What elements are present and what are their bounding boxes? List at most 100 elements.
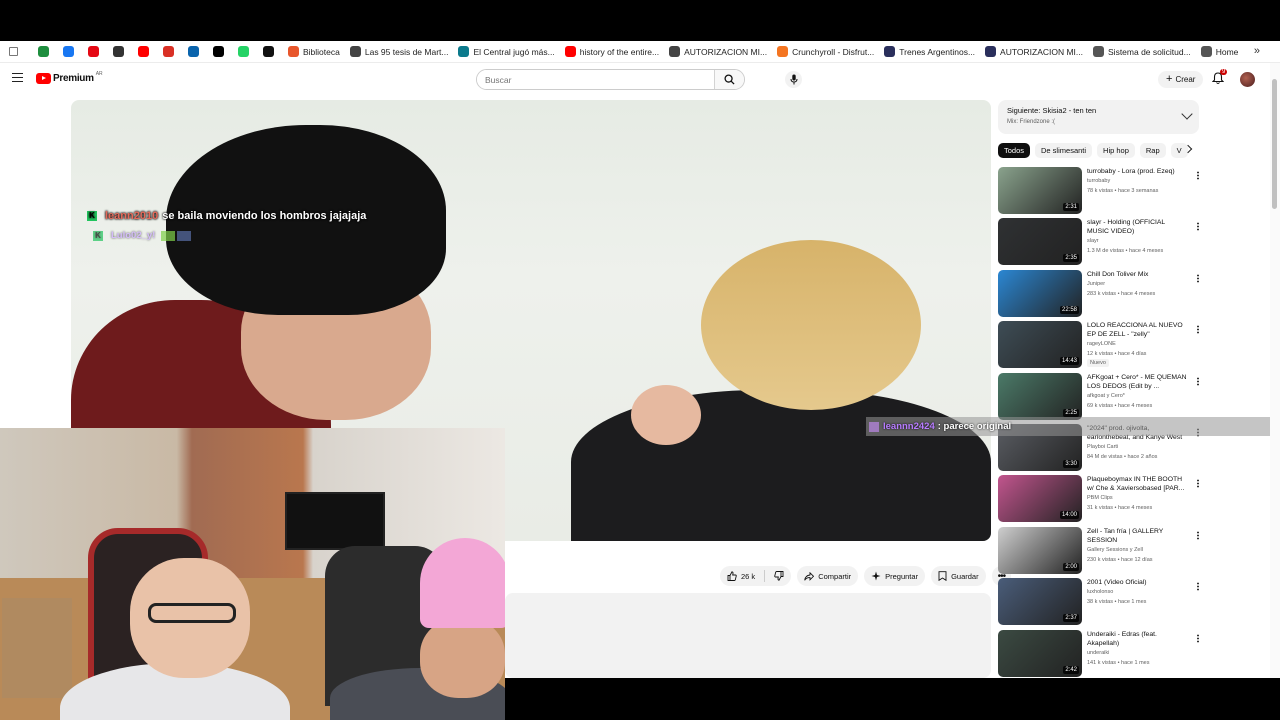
bookmark-item[interactable]: Home — [1200, 46, 1238, 57]
globe-icon — [669, 46, 681, 57]
save-button[interactable]: Guardar — [931, 566, 986, 586]
voice-search-button[interactable] — [785, 71, 802, 88]
video-thumbnail[interactable]: 2:31 — [998, 167, 1082, 214]
recommendation-meta: 31 k vistas • hace 4 meses — [1087, 505, 1153, 512]
recommendation-title[interactable]: slayr - Holding (OFFICIAL MUSIC VIDEO) — [1087, 218, 1187, 236]
youtube-logo[interactable]: Premium AR — [36, 71, 103, 84]
thumbs-down-icon[interactable] — [774, 571, 784, 581]
bookmark-item[interactable]: history of the entire... — [564, 46, 659, 57]
ask-button[interactable]: Preguntar — [864, 566, 926, 586]
recommendation-channel[interactable]: turrobaby — [1087, 176, 1187, 186]
recommendation-title[interactable]: LOLO REACCIONA AL NUEVO EP DE ZELL - "ze… — [1087, 321, 1187, 339]
recommendation-item[interactable]: 2:35 slayr - Holding (OFFICIAL MUSIC VIDE… — [998, 218, 1203, 269]
like-button[interactable]: 26 k — [720, 566, 792, 586]
search-button[interactable] — [714, 70, 744, 89]
menu-icon[interactable] — [12, 73, 23, 82]
more-vertical-icon[interactable] — [1197, 171, 1199, 180]
filter-chip[interactable]: Hip hop — [1097, 143, 1135, 158]
bookmark-item[interactable] — [263, 46, 278, 57]
recommendation-title[interactable]: Plaqueboymax IN THE BOOTH w/ Che & Xavie… — [1087, 475, 1187, 493]
account-avatar[interactable] — [1240, 72, 1255, 87]
video-thumbnail[interactable]: 22:58 — [998, 269, 1082, 317]
page-scrollbar[interactable] — [1270, 63, 1280, 678]
bookmark-item[interactable] — [188, 46, 203, 57]
video-thumbnail[interactable]: 2:25 — [998, 372, 1082, 420]
bookmark-item[interactable]: Biblioteca — [288, 46, 340, 57]
filter-chip[interactable]: Todos — [998, 143, 1031, 158]
drive-icon — [38, 46, 49, 57]
recommendation-item[interactable]: 22:58 Chill Don Toliver Mix Juniper 283 k v… — [998, 269, 1203, 321]
more-vertical-icon[interactable] — [1197, 530, 1199, 540]
bookmark-item[interactable]: AUTORIZACION MI... — [669, 46, 767, 57]
more-vertical-icon[interactable] — [1197, 479, 1199, 489]
video-thumbnail[interactable]: 14:43 — [998, 321, 1082, 369]
bookmark-item[interactable] — [113, 46, 128, 57]
bookmark-item[interactable]: Las 95 tesis de Mart... — [349, 46, 448, 57]
video-thumbnail[interactable]: 14:00 — [998, 475, 1082, 523]
more-vertical-icon[interactable] — [1197, 273, 1199, 283]
apps-grid-icon[interactable] — [9, 47, 18, 56]
description-box[interactable] — [505, 593, 991, 678]
kick-icon: K — [93, 230, 103, 241]
video-thumbnail[interactable]: 2:37 — [998, 578, 1082, 626]
more-vertical-icon[interactable] — [1197, 633, 1199, 643]
filter-chip[interactable]: Rap — [1139, 143, 1166, 158]
recommendation-title[interactable]: turrobaby - Lora (prod. Ezeq) — [1087, 167, 1187, 176]
recommendation-channel[interactable]: luxholonso — [1087, 587, 1187, 597]
recommendation-channel[interactable]: afkgoat y Cero* — [1087, 391, 1187, 401]
recommendation-info: Zell - Tan fría | GALLERY SESSION Gallery… — [1087, 527, 1187, 578]
bookmark-item[interactable] — [138, 46, 153, 57]
bookmarks-overflow-icon[interactable]: » — [1254, 45, 1260, 57]
bookmark-item[interactable]: Trenes Argentinos... — [884, 46, 975, 57]
recommendation-title[interactable]: Underaiki - Edras (feat. Akapellah) — [1087, 630, 1187, 648]
video-thumbnail[interactable]: 2:35 — [998, 218, 1082, 266]
recommendation-item[interactable]: 14:43 LOLO REACCIONA AL NUEVO EP DE ZELL … — [998, 321, 1203, 372]
recommendation-channel[interactable]: rageyLONE — [1087, 339, 1187, 349]
bookmark-item[interactable] — [88, 46, 103, 57]
create-button[interactable]: + Crear — [1158, 71, 1204, 88]
bookmark-item[interactable] — [163, 46, 178, 57]
video-actions: 26 k Compartir Preguntar Guardar ••• — [720, 566, 1012, 586]
bookmark-item[interactable]: AUTORIZACION MI... — [985, 46, 1083, 57]
recommendation-channel[interactable]: Playboi Carti — [1087, 442, 1187, 452]
thumbs-up-icon — [727, 571, 737, 581]
notifications-button[interactable]: 9 — [1211, 69, 1228, 86]
recommendation-channel[interactable]: Gallery Sessions y Zell — [1087, 545, 1187, 555]
video-thumbnail[interactable]: 2:42 — [998, 629, 1082, 677]
recommendation-channel[interactable]: PBM Clips — [1087, 493, 1187, 503]
recommendation-title[interactable]: 2001 (Video Oficial) — [1087, 578, 1187, 587]
webcam-figure — [420, 538, 505, 628]
recommendation-title[interactable]: Chill Don Toliver Mix — [1087, 270, 1187, 279]
recommendation-meta: 78 k vistas • hace 3 semanas — [1087, 188, 1159, 194]
recommendation-channel[interactable]: Juniper — [1087, 279, 1187, 289]
recommendation-title[interactable]: AFKgoat + Cero* - ME QUEMAN LOS DEDOS (E… — [1087, 373, 1187, 391]
more-vertical-icon[interactable] — [1197, 325, 1199, 335]
share-icon — [804, 571, 815, 581]
more-vertical-icon[interactable] — [1197, 376, 1199, 386]
recommendation-title[interactable]: Zell - Tan fría | GALLERY SESSION — [1087, 527, 1187, 545]
recommendation-channel[interactable]: slayr — [1087, 236, 1187, 246]
scrollbar-thumb[interactable] — [1272, 79, 1277, 209]
recommendation-item[interactable]: 2:42 Underaiki - Edras (feat. Akapellah) u… — [998, 629, 1203, 681]
recommendation-info: slayr - Holding (OFFICIAL MUSIC VIDEO) sl… — [1087, 218, 1187, 269]
search-input[interactable] — [477, 70, 714, 89]
bookmark-item[interactable] — [238, 46, 253, 57]
bookmark-item[interactable] — [38, 46, 53, 57]
recommendation-item[interactable]: 2:00 Zell - Tan fría | GALLERY SESSION Gal… — [998, 526, 1203, 578]
filter-chip[interactable]: De slimesanti — [1035, 143, 1093, 158]
video-thumbnail[interactable]: 2:00 — [998, 526, 1082, 574]
more-vertical-icon[interactable] — [1197, 582, 1199, 592]
bookmark-item[interactable]: Sistema de solicitud... — [1093, 46, 1191, 57]
bookmark-item[interactable] — [213, 46, 228, 57]
recommendation-item[interactable]: 2:37 2001 (Video Oficial) luxholonso 38 k v… — [998, 578, 1203, 629]
recommendation-channel[interactable]: underaiki — [1087, 648, 1187, 658]
divider — [764, 570, 766, 582]
bookmark-item[interactable]: El Central jugó más... — [458, 46, 555, 57]
recommendation-item[interactable]: 14:00 Plaqueboymax IN THE BOOTH w/ Che & … — [998, 475, 1203, 526]
bookmark-item[interactable] — [63, 46, 78, 57]
bookmark-item[interactable]: Crunchyroll - Disfrut... — [777, 46, 874, 57]
up-next-panel[interactable]: Siguiente: Skisia2 - ten ten Mix: Friend… — [998, 100, 1199, 134]
recommendation-item[interactable]: 2:31 turrobaby - Lora (prod. Ezeq) turroba… — [998, 167, 1203, 218]
more-vertical-icon[interactable] — [1197, 222, 1199, 232]
share-button[interactable]: Compartir — [797, 566, 859, 586]
